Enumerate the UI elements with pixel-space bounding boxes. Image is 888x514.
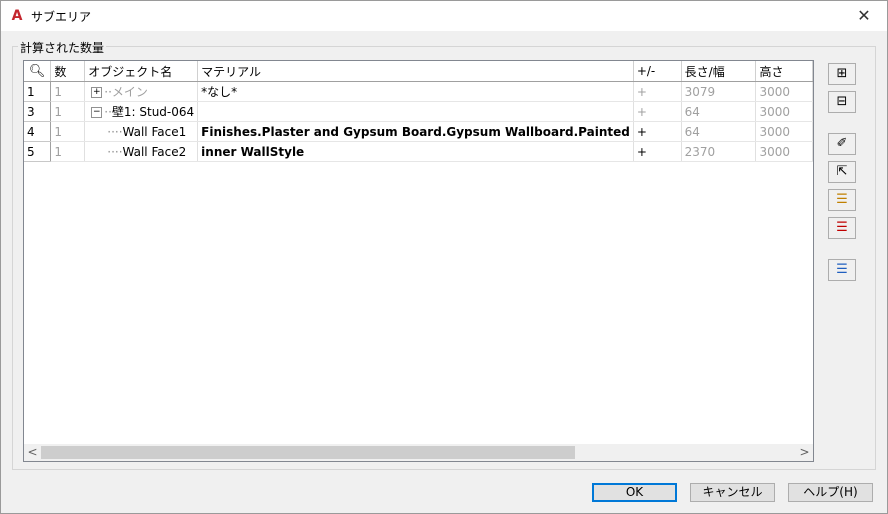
remove-icon: ⊟	[836, 94, 848, 109]
length-cell: 2370	[681, 141, 757, 162]
plusminus-cell: +	[633, 101, 682, 122]
column-header-length[interactable]: 長さ/幅	[681, 61, 757, 82]
material-cell: Finishes.Plaster and Gypsum Board.Gypsum…	[197, 121, 634, 142]
help-button[interactable]: ヘルプ(H)	[788, 483, 873, 502]
add-button[interactable]: ⊞	[828, 63, 856, 85]
remove-button[interactable]: ⊟	[828, 91, 856, 113]
column-header-height[interactable]: 高さ	[755, 61, 813, 82]
table-row[interactable]: 3 1 − ··壁1: Stud-064 + 64 3000	[24, 101, 813, 122]
delete-list-button[interactable]: ☰	[828, 217, 856, 239]
object-name: メイン	[111, 85, 148, 99]
length-cell: 64	[681, 101, 757, 122]
pick-icon: ✐	[836, 136, 848, 151]
row-number[interactable]: 1	[24, 81, 52, 102]
expand-icon[interactable]: +	[91, 87, 103, 98]
material-cell: *なし*	[197, 81, 634, 102]
column-header-material[interactable]: マテリアル	[197, 61, 634, 82]
count-cell: 1	[50, 141, 86, 162]
cancel-button[interactable]: キャンセル	[690, 483, 775, 502]
add-list-button[interactable]: ☰	[828, 189, 856, 211]
row-number[interactable]: 4	[24, 121, 52, 142]
object-name: Wall Face2	[122, 144, 187, 159]
collapse-icon[interactable]: −	[91, 107, 103, 118]
plusminus-cell: +	[633, 81, 682, 102]
height-cell: 3000	[755, 101, 813, 122]
table-row[interactable]: 1 1 + ··メイン *なし* + 3079 3000	[24, 81, 813, 102]
object-name: 壁1: Stud-064	[111, 105, 195, 119]
add-icon: ⊞	[836, 66, 848, 81]
scroll-thumb[interactable]	[41, 446, 575, 459]
scroll-left-icon[interactable]: <	[24, 444, 41, 461]
horizontal-scrollbar[interactable]: < >	[24, 444, 813, 461]
object-cell: ····Wall Face2	[84, 141, 199, 162]
close-button[interactable]: ✕	[841, 1, 887, 31]
object-cell: ····Wall Face1	[84, 121, 199, 142]
object-cell: + ··メイン	[84, 81, 199, 102]
table-header-row: 🔍︎ 数 オブジェクト名 マテリアル +/- 長さ/幅 高さ	[24, 61, 813, 82]
title-bar: A サブエリア ✕	[1, 1, 887, 31]
height-cell: 3000	[755, 141, 813, 162]
table-row[interactable]: 5 1 ····Wall Face2 inner WallStyle + 237…	[24, 141, 813, 162]
search-icon[interactable]: 🔍︎	[24, 61, 52, 82]
scroll-right-icon[interactable]: >	[796, 444, 813, 461]
ok-button[interactable]: OK	[592, 483, 677, 502]
plusminus-cell: +	[633, 121, 682, 142]
length-cell: 3079	[681, 81, 757, 102]
column-header-plusminus[interactable]: +/-	[633, 61, 682, 82]
column-header-object[interactable]: オブジェクト名	[84, 61, 199, 82]
count-cell: 1	[50, 101, 86, 122]
window-title: サブエリア	[31, 10, 92, 24]
group-label: 計算された数量	[18, 39, 107, 56]
select-icon: ⇱	[836, 164, 848, 179]
object-cell: − ··壁1: Stud-064	[84, 101, 199, 122]
height-cell: 3000	[755, 81, 813, 102]
table-row[interactable]: 4 1 ····Wall Face1 Finishes.Plaster and …	[24, 121, 813, 142]
count-cell: 1	[50, 81, 86, 102]
material-cell	[197, 101, 634, 122]
height-cell: 3000	[755, 121, 813, 142]
plusminus-cell: +	[633, 141, 682, 162]
pick-button[interactable]: ✐	[828, 133, 856, 155]
delete-list-icon: ☰	[836, 220, 848, 235]
material-cell: inner WallStyle	[197, 141, 634, 162]
count-cell: 1	[50, 121, 86, 142]
object-name: Wall Face1	[122, 124, 187, 139]
length-cell: 64	[681, 121, 757, 142]
row-number[interactable]: 5	[24, 141, 52, 162]
import-list-icon: ☰	[836, 262, 848, 277]
add-list-icon: ☰	[836, 192, 848, 207]
column-header-count[interactable]: 数	[50, 61, 86, 82]
autocad-logo-icon: A	[11, 8, 23, 24]
import-list-button[interactable]: ☰	[828, 259, 856, 281]
quantity-grid: 🔍︎ 数 オブジェクト名 マテリアル +/- 長さ/幅 高さ 1 1 + ··メイ…	[23, 60, 814, 462]
select-button[interactable]: ⇱	[828, 161, 856, 183]
row-number[interactable]: 3	[24, 101, 52, 122]
